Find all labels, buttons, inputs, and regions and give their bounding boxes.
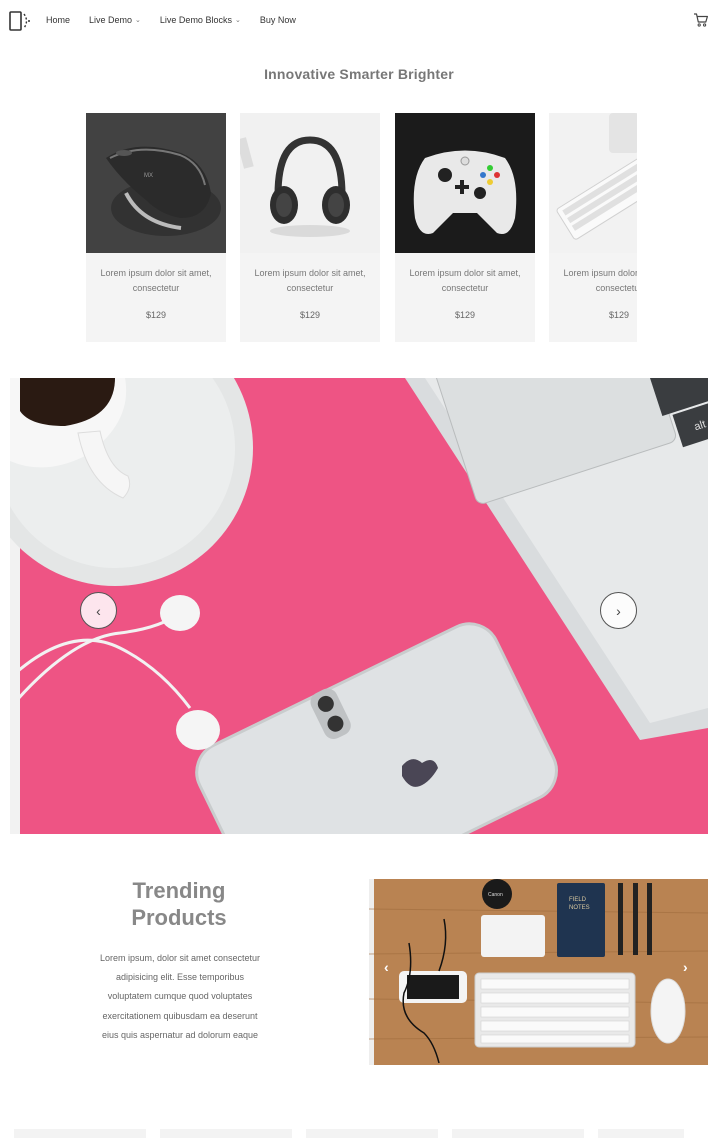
product-price: $129 — [454, 310, 476, 320]
nav-buy-now[interactable]: Buy Now — [260, 15, 296, 25]
svg-text:MX: MX — [144, 173, 153, 179]
nav-home-label: Home — [46, 15, 71, 25]
main-nav: Home Live Demo ⌄ Live Demo Blocks ⌄ Buy … — [46, 15, 315, 25]
product-carousel[interactable]: MX Lorem ipsum dolor sit amet, consectet… — [86, 113, 637, 343]
site-header: Home Live Demo ⌄ Live Demo Blocks ⌄ Buy … — [0, 0, 718, 44]
product-price: $129 — [145, 310, 167, 320]
chevron-right-icon: › — [616, 602, 621, 619]
trending-description: Lorem ipsum, dolor sit amet consectetur … — [99, 953, 261, 1040]
nav-live-demo-blocks-label: Live Demo Blocks — [159, 15, 232, 25]
product-image-keyboard — [549, 113, 637, 253]
chevron-right-icon: › — [683, 959, 688, 975]
nav-live-demo-blocks[interactable]: Live Demo Blocks ⌄ — [160, 15, 241, 25]
product-image-gamepad — [395, 113, 535, 253]
product-price: $129 — [608, 310, 630, 320]
product-image-mouse: MX — [86, 113, 226, 253]
product-price: $129 — [299, 310, 321, 320]
chevron-left-icon: ‹ — [384, 959, 389, 975]
chevron-down-icon: ⌄ — [135, 17, 141, 24]
slider-next-button[interactable]: › — [600, 592, 637, 629]
trending-title-line1: Trending — [132, 878, 226, 903]
slider-prev-button[interactable]: ‹ — [80, 592, 117, 629]
section-title: Innovative Smarter Brighter — [264, 66, 454, 82]
bottom-product-card[interactable] — [14, 1129, 146, 1138]
trending-slide-image: Canon FIELD NOTES — [369, 879, 708, 1065]
device-logo-icon[interactable] — [9, 11, 33, 31]
trending-next-button[interactable]: › — [683, 959, 688, 975]
nav-live-demo-label: Live Demo — [89, 15, 133, 25]
product-name: Lorem ipsum dolor sit amet, consectetur — [100, 268, 212, 293]
nav-live-demo[interactable]: Live Demo ⌄ — [89, 15, 141, 25]
bottom-product-card[interactable] — [306, 1129, 438, 1138]
bottom-product-card[interactable] — [452, 1129, 584, 1138]
lens-cap-label: Canon — [488, 892, 503, 898]
trending-prev-button[interactable]: ‹ — [384, 959, 389, 975]
cart-icon[interactable] — [693, 12, 709, 28]
nav-buy-now-label: Buy Now — [259, 15, 296, 25]
bottom-product-card[interactable] — [160, 1129, 292, 1138]
chevron-down-icon: ⌄ — [234, 17, 241, 24]
chevron-left-icon: ‹ — [96, 602, 101, 619]
product-card[interactable]: Lorem ipsum dolor sit amet, consectetur … — [395, 113, 535, 342]
trending-title-line2: Products — [131, 905, 227, 930]
notebook-label-1: FIELD — [569, 897, 587, 903]
product-card[interactable]: MX Lorem ipsum dolor sit amet, consectet… — [86, 113, 226, 342]
product-card[interactable]: Lorem ipsum dolor sit amet, consectetur … — [240, 113, 380, 342]
product-name: Lorem ipsum dolor sit amet, consectetur — [254, 268, 366, 293]
product-card[interactable]: Lorem ipsum dolor sit amet, consectetur … — [549, 113, 637, 342]
product-image-headphones — [240, 113, 380, 253]
bottom-product-card[interactable] — [598, 1129, 684, 1138]
nav-home[interactable]: Home — [46, 15, 70, 25]
trending-image-slider[interactable]: Canon FIELD NOTES ‹ › — [369, 879, 708, 1065]
product-name: Lorem ipsum dolor sit amet, consectetur — [409, 268, 521, 293]
notebook-label-2: NOTES — [569, 905, 590, 911]
product-name: Lorem ipsum dolor sit amet, consectetur — [563, 268, 637, 293]
trending-title: Trending Products — [90, 877, 268, 931]
hero-slider[interactable]: alt ‹ › — [10, 378, 708, 834]
